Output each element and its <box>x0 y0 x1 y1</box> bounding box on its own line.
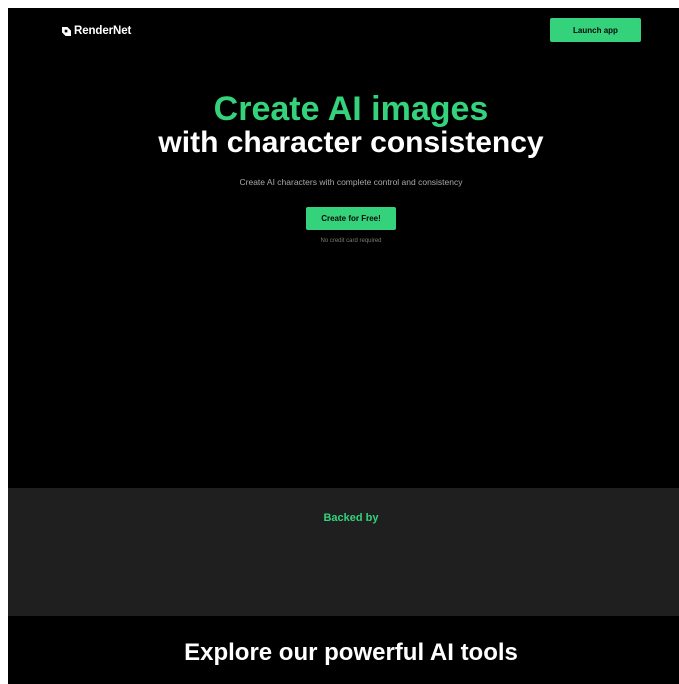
logo-link[interactable]: RenderNet <box>62 23 131 39</box>
hero-subtitle: Create AI characters with complete contr… <box>239 177 463 187</box>
no-credit-card-note: No credit card required <box>320 238 382 244</box>
hero-title-line-1: Create AI images <box>213 90 489 128</box>
backed-by-title: Backed by <box>323 512 379 524</box>
logo-text: RenderNet <box>74 25 132 37</box>
explore-tools-title: Explore our powerful AI tools <box>184 639 518 666</box>
create-for-free-button[interactable]: Create for Free! <box>306 207 396 230</box>
rendernet-logo-icon <box>62 26 71 36</box>
hero-title-line-2: with character consistency <box>158 126 544 159</box>
launch-app-button[interactable]: Launch app <box>550 18 641 42</box>
page: RenderNet Launch app Create AI images wi… <box>8 8 679 684</box>
backed-by-section: Backed by <box>8 488 679 616</box>
